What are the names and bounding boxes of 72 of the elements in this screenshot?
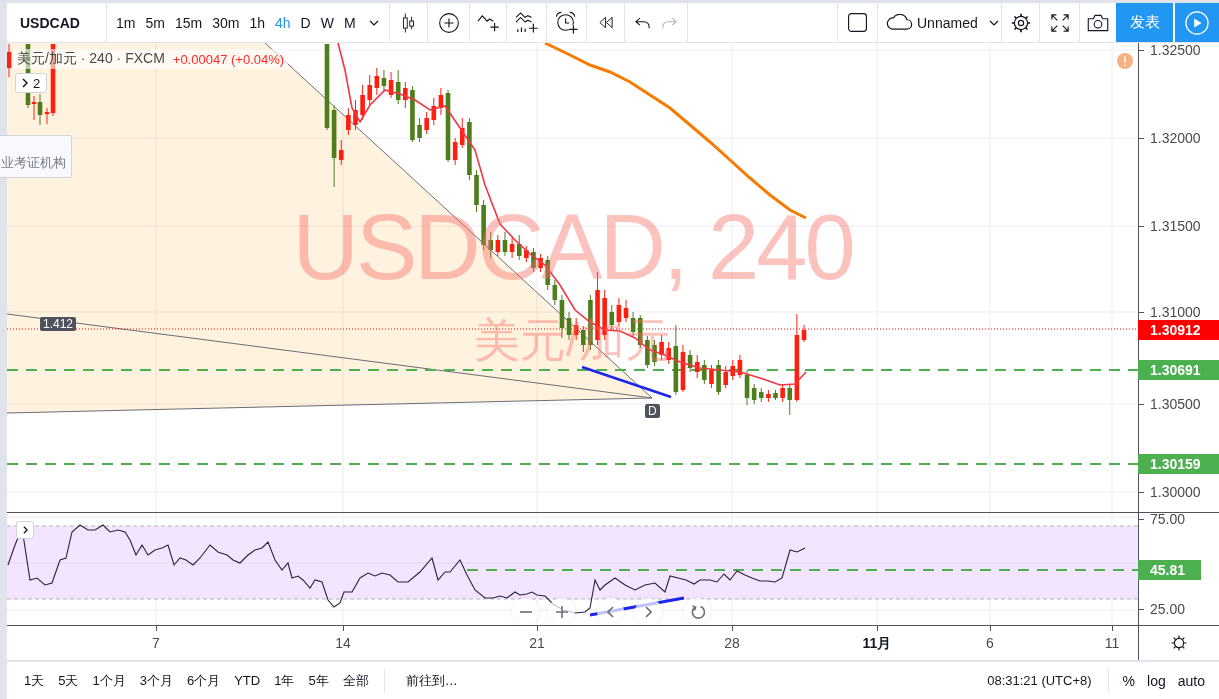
price-badge: 1.30691 (1138, 360, 1219, 380)
alarm-clock-plus-icon (555, 11, 578, 34)
go-to-button[interactable]: 前往到… (398, 666, 465, 695)
candlestick-icon (403, 12, 414, 33)
range-button[interactable]: 全部 (335, 666, 376, 695)
chevron-left-icon (607, 605, 614, 618)
scroll-left-button[interactable] (597, 598, 624, 625)
time-axis-label: 11月 (861, 635, 893, 652)
undo-icon (635, 16, 650, 29)
expand-toggle[interactable] (16, 521, 34, 539)
price-axis-label: 1.32500 (1139, 42, 1201, 58)
square-icon (848, 13, 867, 32)
price-axis-label: 1.32000 (1139, 130, 1201, 146)
reset-button[interactable] (684, 598, 711, 625)
scale-option[interactable]: % (1116, 666, 1142, 695)
wave-plus-icon (477, 13, 499, 32)
cloud-icon (886, 13, 913, 32)
waves-bars-plus-icon (515, 12, 538, 33)
zoom-out-button[interactable] (512, 598, 539, 625)
price-badge: 1.30159 (1138, 454, 1219, 474)
price-axis-label: 1.30500 (1139, 396, 1201, 412)
price-axis-label: 1.30000 (1139, 484, 1201, 500)
range-button[interactable]: 1天 (17, 666, 52, 695)
scale-option[interactable]: auto (1171, 666, 1211, 695)
price-badge: 1.30912 (1138, 320, 1219, 340)
rsi-badge: 45.81 (1138, 560, 1201, 580)
time-axis-label: 6 (985, 635, 995, 652)
double-arrow-left-icon (598, 16, 613, 29)
chevron-right-icon (22, 526, 28, 534)
clock-text: 08:31:21 (UTC+8) (987, 673, 1092, 688)
play-button[interactable] (1175, 3, 1219, 42)
interval-tab[interactable]: 1h (244, 3, 270, 42)
chevron-down-icon (368, 19, 379, 26)
chevron-right-icon (645, 605, 652, 618)
interval-tab[interactable]: 30m (207, 3, 245, 42)
scale-option[interactable]: log (1141, 666, 1172, 695)
interval-tab[interactable]: M (338, 3, 361, 42)
chevron-down-icon (988, 19, 999, 26)
interval-tab[interactable]: D (295, 3, 316, 42)
interval-tab[interactable]: 15m (169, 3, 208, 42)
rsi-axis-label: 75.00 (1139, 511, 1186, 527)
settings-icon (1010, 12, 1031, 33)
time-axis-label: 7 (151, 635, 161, 652)
camera-icon (1087, 13, 1109, 32)
range-button[interactable]: 5年 (301, 666, 336, 695)
range-button[interactable]: 1年 (267, 666, 302, 695)
settings-icon (1171, 635, 1187, 651)
range-button[interactable]: 3个月 (132, 666, 180, 695)
time-axis-label: 21 (528, 635, 546, 652)
time-axis-label: 28 (723, 635, 741, 652)
rsi-axis-label: 25.00 (1139, 601, 1186, 617)
range-button[interactable]: YTD (227, 666, 268, 695)
redo-icon (662, 16, 677, 29)
plus-icon (555, 605, 568, 618)
zoom-in-button[interactable] (548, 598, 575, 625)
reset-icon (690, 604, 705, 619)
play-circle-icon (1185, 10, 1209, 35)
alert-icon (1117, 53, 1133, 69)
price-axis-label: 1.31000 (1139, 304, 1201, 320)
interval-tab[interactable]: W (315, 3, 339, 42)
range-button[interactable]: 6个月 (179, 666, 228, 695)
price-axis-label: 1.31500 (1139, 218, 1201, 234)
time-axis-label: 11 (1103, 635, 1121, 652)
range-button[interactable]: 1个月 (85, 666, 133, 695)
plus-circle-icon (438, 12, 459, 33)
fullscreen-icon (1050, 13, 1069, 32)
scroll-right-button[interactable] (635, 598, 662, 625)
interval-tab[interactable]: 5m (140, 3, 170, 42)
time-axis-label: 14 (334, 635, 352, 652)
interval-tab[interactable]: 1m (111, 3, 141, 42)
range-button[interactable]: 5天 (51, 666, 86, 695)
minus-icon (519, 610, 532, 613)
